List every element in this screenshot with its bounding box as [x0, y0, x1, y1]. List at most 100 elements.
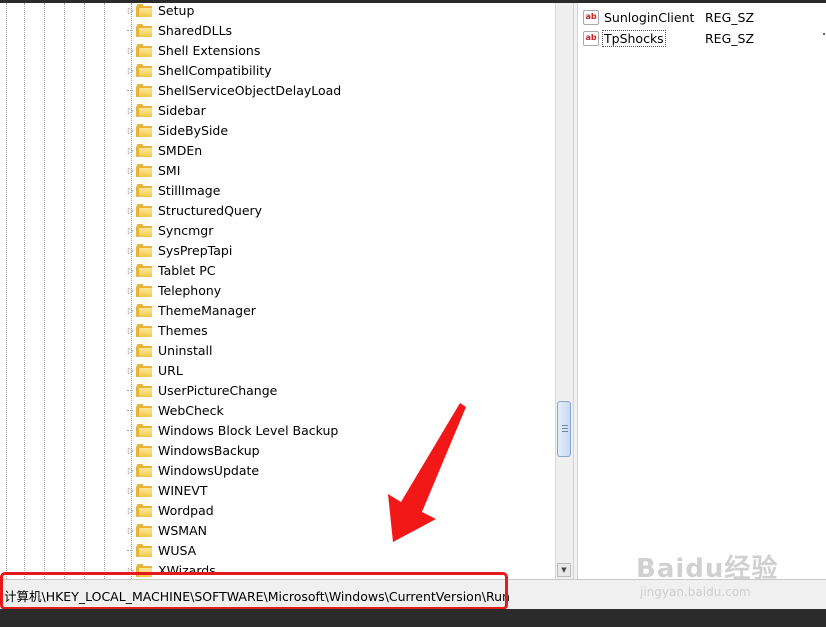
value-row[interactable]: ab TpShocks REG_SZ: [583, 28, 754, 48]
folder-icon-part: [137, 323, 143, 327]
tree-node[interactable]: SharedDLLs: [126, 20, 232, 40]
folder-icon-part: [137, 163, 143, 167]
tree-branch-line: [127, 549, 133, 551]
folder-icon: [136, 3, 152, 17]
expand-arrow-icon[interactable]: ▷: [126, 140, 136, 160]
tree-node[interactable]: ▷ SysPrepTapi: [126, 240, 232, 260]
tree-node-label: UserPictureChange: [158, 382, 278, 398]
expand-arrow-icon[interactable]: ▷: [126, 300, 136, 320]
scroll-down-arrow-icon[interactable]: ▼: [557, 563, 571, 577]
tree-node-label: SysPrepTapi: [158, 242, 233, 258]
watermark-main: Baidu经验: [636, 554, 779, 584]
tree-node[interactable]: ▷ Uninstall: [126, 340, 213, 360]
tree-node[interactable]: ▷ Syncmgr: [126, 220, 213, 240]
tree-branch-line: [127, 89, 133, 91]
expand-arrow-icon[interactable]: ▷: [126, 120, 136, 140]
tree-node[interactable]: ▷ WindowsBackup: [126, 440, 260, 460]
value-row[interactable]: ab SunloginClient REG_SZ: [583, 7, 754, 27]
tree-node[interactable]: ▷ StillImage: [126, 180, 220, 200]
folder-icon-part: [139, 147, 152, 157]
grip-line: [562, 425, 568, 426]
tree-node[interactable]: ▷ WindowsUpdate: [126, 460, 259, 480]
tree-node[interactable]: ▷ Themes: [126, 320, 208, 340]
tree-node[interactable]: ▷ SMDEn: [126, 140, 202, 160]
folder-icon-part: [137, 223, 143, 227]
tree-node[interactable]: ▷ URL: [126, 360, 183, 380]
expand-arrow-icon[interactable]: ▷: [126, 500, 136, 520]
tree-vertical-scrollbar[interactable]: ▼: [555, 3, 573, 579]
registry-key-tree[interactable]: ▷ Setup SharedDLLs ▷ Shell Extensions ▷ ShellC…: [0, 3, 555, 579]
folder-icon: [136, 43, 152, 57]
folder-icon: [136, 543, 152, 557]
folder-icon-part: [137, 83, 143, 87]
expand-arrow-icon[interactable]: ▷: [126, 220, 136, 240]
tree-node[interactable]: WebCheck: [126, 400, 224, 420]
tree-node[interactable]: ▷ Shell Extensions: [126, 40, 260, 60]
tree-node[interactable]: ▷ Setup: [126, 3, 194, 20]
tree-node[interactable]: ▷ StructuredQuery: [126, 200, 262, 220]
folder-icon-part: [139, 347, 152, 357]
expand-arrow-icon[interactable]: ▷: [126, 3, 136, 20]
tree-node[interactable]: WUSA: [126, 540, 196, 560]
expand-arrow-icon[interactable]: ▷: [126, 280, 136, 300]
registry-values-list[interactable]: ab SunloginClient REG_SZ ab TpShocks REG_SZ: [578, 3, 826, 579]
expand-arrow-icon[interactable]: ▷: [126, 340, 136, 360]
tree-node[interactable]: UserPictureChange: [126, 380, 277, 400]
window-bottom-edge: [0, 609, 826, 627]
expand-arrow-icon[interactable]: ▷: [126, 200, 136, 220]
folder-icon: [136, 383, 152, 397]
folder-icon: [136, 183, 152, 197]
folder-icon-part: [137, 283, 143, 287]
expand-arrow-icon[interactable]: ▷: [126, 260, 136, 280]
folder-icon-part: [139, 427, 152, 437]
tree-node[interactable]: ▷ SideBySide: [126, 120, 228, 140]
expand-arrow-icon[interactable]: ▷: [126, 520, 136, 540]
tree-node[interactable]: ▷ Sidebar: [126, 100, 206, 120]
baidu-watermark: Baidu经验 jingyan.baidu.com: [636, 548, 778, 599]
tree-node[interactable]: Windows Block Level Backup: [126, 420, 338, 440]
tree-branch-line: [126, 420, 136, 440]
folder-icon-part: [139, 487, 152, 497]
expand-arrow-icon[interactable]: ▷: [126, 440, 136, 460]
expand-arrow-icon[interactable]: ▷: [126, 40, 136, 60]
folder-icon-part: [137, 103, 143, 107]
folder-icon-part: [139, 267, 152, 277]
folder-icon-part: [137, 543, 143, 547]
tree-node-label: Syncmgr: [158, 222, 214, 238]
tree-node[interactable]: ▷ WSMAN: [126, 520, 207, 540]
tree-node-label: Setup: [158, 3, 195, 18]
expand-arrow-icon[interactable]: ▷: [126, 240, 136, 260]
tree-node[interactable]: ▷ Telephony: [126, 280, 221, 300]
folder-icon-part: [137, 263, 143, 267]
tree-node-label: Shell Extensions: [158, 42, 261, 58]
tree-node-label: ShellServiceObjectDelayLoad: [158, 82, 342, 98]
folder-icon: [136, 323, 152, 337]
expand-arrow-icon[interactable]: ▷: [126, 360, 136, 380]
tree-node[interactable]: ▷ ThemeManager: [126, 300, 256, 320]
expand-arrow-icon[interactable]: ▷: [126, 160, 136, 180]
tree-node[interactable]: ▷ Tablet PC: [126, 260, 216, 280]
tree-node[interactable]: ▷ ShellCompatibility: [126, 60, 272, 80]
expand-arrow-icon[interactable]: ▷: [126, 460, 136, 480]
tree-node[interactable]: ▷ SMI: [126, 160, 180, 180]
folder-icon-part: [139, 7, 152, 17]
tree-node[interactable]: ShellServiceObjectDelayLoad: [126, 80, 341, 100]
folder-icon-part: [137, 203, 143, 207]
tree-node[interactable]: ▷ WINEVT: [126, 480, 208, 500]
expand-arrow-icon[interactable]: ▷: [126, 320, 136, 340]
expand-arrow-icon[interactable]: ▷: [126, 180, 136, 200]
tree-branch-line: [127, 409, 133, 411]
tree-node-label: WindowsBackup: [158, 442, 260, 458]
tree-node[interactable]: ▷ Wordpad: [126, 500, 214, 520]
folder-icon: [136, 123, 152, 137]
expand-arrow-icon[interactable]: ▷: [126, 60, 136, 80]
folder-icon: [136, 463, 152, 477]
folder-icon: [136, 243, 152, 257]
tree-guide-line: [84, 3, 85, 579]
folder-icon: [136, 263, 152, 277]
ab-string-icon: ab: [583, 9, 599, 25]
tree-node-label: ShellCompatibility: [158, 62, 272, 78]
expand-arrow-icon[interactable]: ▷: [126, 100, 136, 120]
expand-arrow-icon[interactable]: ▷: [126, 480, 136, 500]
scrollbar-thumb[interactable]: [557, 401, 571, 457]
